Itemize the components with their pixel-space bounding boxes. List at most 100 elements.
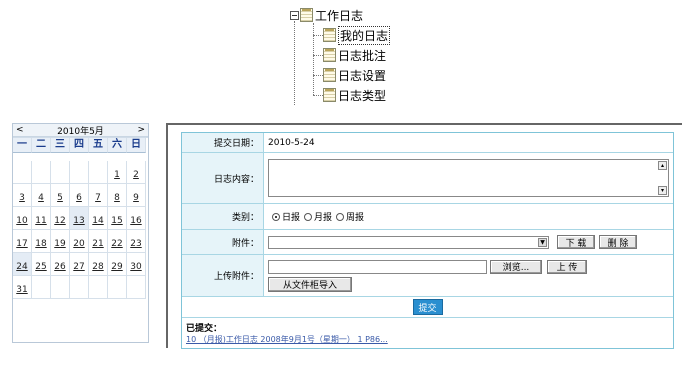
upload-button[interactable]: 上 传 xyxy=(547,259,587,274)
calendar-day[interactable]: 3 xyxy=(13,184,32,207)
calendar-day-number: 25 xyxy=(35,262,47,272)
import-from-cabinet-button[interactable]: 从文件柜导入 xyxy=(268,276,352,292)
calendar-empty-cell xyxy=(70,276,89,299)
tree-root-label: 工作日志 xyxy=(315,8,364,23)
tree-item-my-log[interactable]: 我的日志 xyxy=(323,25,391,45)
calendar-day[interactable]: 1 xyxy=(108,161,127,184)
delete-button[interactable]: 删 除 xyxy=(599,235,637,249)
dropdown-arrow-icon[interactable]: ▼ xyxy=(538,237,547,247)
submitted-entry-link[interactable]: 10 （月报)工作日志 2008年9月1号（星期一） 1 P86... xyxy=(186,334,669,345)
radio-daily[interactable] xyxy=(272,212,280,221)
calendar-day-number: 27 xyxy=(73,262,85,272)
calendar-day[interactable]: 15 xyxy=(108,207,127,230)
calendar-day-number: 13 xyxy=(73,216,85,226)
calendar-day-number: 2 xyxy=(133,170,139,180)
calendar-day-number: 3 xyxy=(19,193,25,203)
category-options: 日报 月报 周报 xyxy=(264,204,673,229)
calendar-empty-cell xyxy=(32,276,51,299)
document-icon xyxy=(300,8,313,22)
download-button[interactable]: 下 载 xyxy=(557,235,595,249)
submit-button[interactable]: 提交 xyxy=(412,299,443,315)
calendar-day[interactable]: 28 xyxy=(89,253,108,276)
radio-weekly[interactable] xyxy=(336,212,345,221)
submitted-title: 已提交： xyxy=(186,324,223,334)
tree-connector xyxy=(313,55,323,56)
tree-connector xyxy=(313,35,323,36)
calendar-day[interactable]: 29 xyxy=(108,253,127,276)
attachment-label: 附件： xyxy=(182,230,264,254)
calendar-day[interactable]: 25 xyxy=(32,253,51,276)
prev-month-button[interactable]: < xyxy=(16,125,24,135)
submit-date-label: 提交日期： xyxy=(182,133,264,152)
calendar-day[interactable]: 13 xyxy=(70,207,89,230)
weekday-header: 三 xyxy=(51,138,70,153)
calendar-day[interactable]: 10 xyxy=(13,207,32,230)
calendar-day[interactable]: 14 xyxy=(89,207,108,230)
tree-connector xyxy=(294,21,295,105)
scroll-down-icon[interactable]: ▾ xyxy=(658,186,667,195)
content-textarea[interactable]: ▴ ▾ xyxy=(268,159,669,197)
tree-item-log-type[interactable]: 日志类型 xyxy=(323,87,386,103)
tree-item-label: 日志设置 xyxy=(338,68,387,83)
radio-monthly-label: 月报 xyxy=(314,213,333,223)
collapse-icon[interactable] xyxy=(290,10,299,20)
document-icon xyxy=(323,68,336,82)
upload-file-input[interactable] xyxy=(268,259,487,274)
calendar-header: < 2010年5月 > xyxy=(13,124,148,137)
calendar-day-number: 19 xyxy=(54,239,66,249)
calendar-day-number: 1 xyxy=(114,170,120,180)
tree-item-label: 我的日志 xyxy=(338,25,391,45)
calendar-day[interactable]: 24 xyxy=(13,253,32,276)
calendar-day[interactable]: 26 xyxy=(51,253,70,276)
calendar-day[interactable]: 18 xyxy=(32,230,51,253)
radio-weekly-label: 周报 xyxy=(346,213,365,223)
submit-date-row: 提交日期： 2010-5-24 xyxy=(182,133,673,153)
calendar-day[interactable]: 21 xyxy=(89,230,108,253)
radio-monthly[interactable] xyxy=(304,212,313,221)
calendar-day-number: 28 xyxy=(92,262,104,272)
next-month-button[interactable]: > xyxy=(137,125,145,135)
tree-connector xyxy=(313,95,323,96)
calendar-day-number: 18 xyxy=(35,239,47,249)
calendar-day[interactable]: 19 xyxy=(51,230,70,253)
calendar-day[interactable]: 23 xyxy=(127,230,146,253)
calendar-day[interactable]: 9 xyxy=(127,184,146,207)
calendar-day-number: 14 xyxy=(92,216,104,226)
category-label: 类别： xyxy=(182,204,264,229)
browse-button[interactable]: 浏览... xyxy=(490,259,542,274)
weekday-header: 六 xyxy=(108,138,127,153)
tree-item-log-annotation[interactable]: 日志批注 xyxy=(323,47,386,63)
calendar-day[interactable]: 16 xyxy=(127,207,146,230)
calendar-day-number: 16 xyxy=(130,216,142,226)
calendar-day-number: 5 xyxy=(57,193,63,203)
calendar-day-number: 20 xyxy=(73,239,85,249)
calendar-day[interactable]: 30 xyxy=(127,253,146,276)
upload-label: 上传附件： xyxy=(182,255,264,296)
calendar-day-number: 15 xyxy=(111,216,123,226)
calendar-day[interactable]: 2 xyxy=(127,161,146,184)
calendar-empty-cell xyxy=(89,276,108,299)
calendar-day[interactable]: 17 xyxy=(13,230,32,253)
calendar-empty-cell xyxy=(13,161,32,184)
tree-root[interactable]: 工作日志 xyxy=(290,7,363,23)
calendar-day[interactable]: 22 xyxy=(108,230,127,253)
calendar-day[interactable]: 4 xyxy=(32,184,51,207)
calendar-empty-cell xyxy=(32,161,51,184)
calendar-day[interactable]: 27 xyxy=(70,253,89,276)
calendar-empty-cell xyxy=(51,276,70,299)
scroll-up-icon[interactable]: ▴ xyxy=(658,161,667,170)
content-label: 日志内容： xyxy=(182,153,264,203)
calendar-day[interactable]: 7 xyxy=(89,184,108,207)
tree-item-log-settings[interactable]: 日志设置 xyxy=(323,67,386,83)
calendar-day[interactable]: 31 xyxy=(13,276,32,299)
calendar-day[interactable]: 20 xyxy=(70,230,89,253)
calendar-day[interactable]: 5 xyxy=(51,184,70,207)
content-row: 日志内容： ▴ ▾ xyxy=(182,153,673,204)
calendar-day[interactable]: 8 xyxy=(108,184,127,207)
calendar-day-number: 17 xyxy=(16,239,28,249)
calendar-day[interactable]: 12 xyxy=(51,207,70,230)
calendar-day[interactable]: 6 xyxy=(70,184,89,207)
attachment-select[interactable]: ▼ xyxy=(268,235,549,249)
calendar-day[interactable]: 11 xyxy=(32,207,51,230)
upload-cell: 浏览... 上 传 从文件柜导入 xyxy=(264,255,673,296)
